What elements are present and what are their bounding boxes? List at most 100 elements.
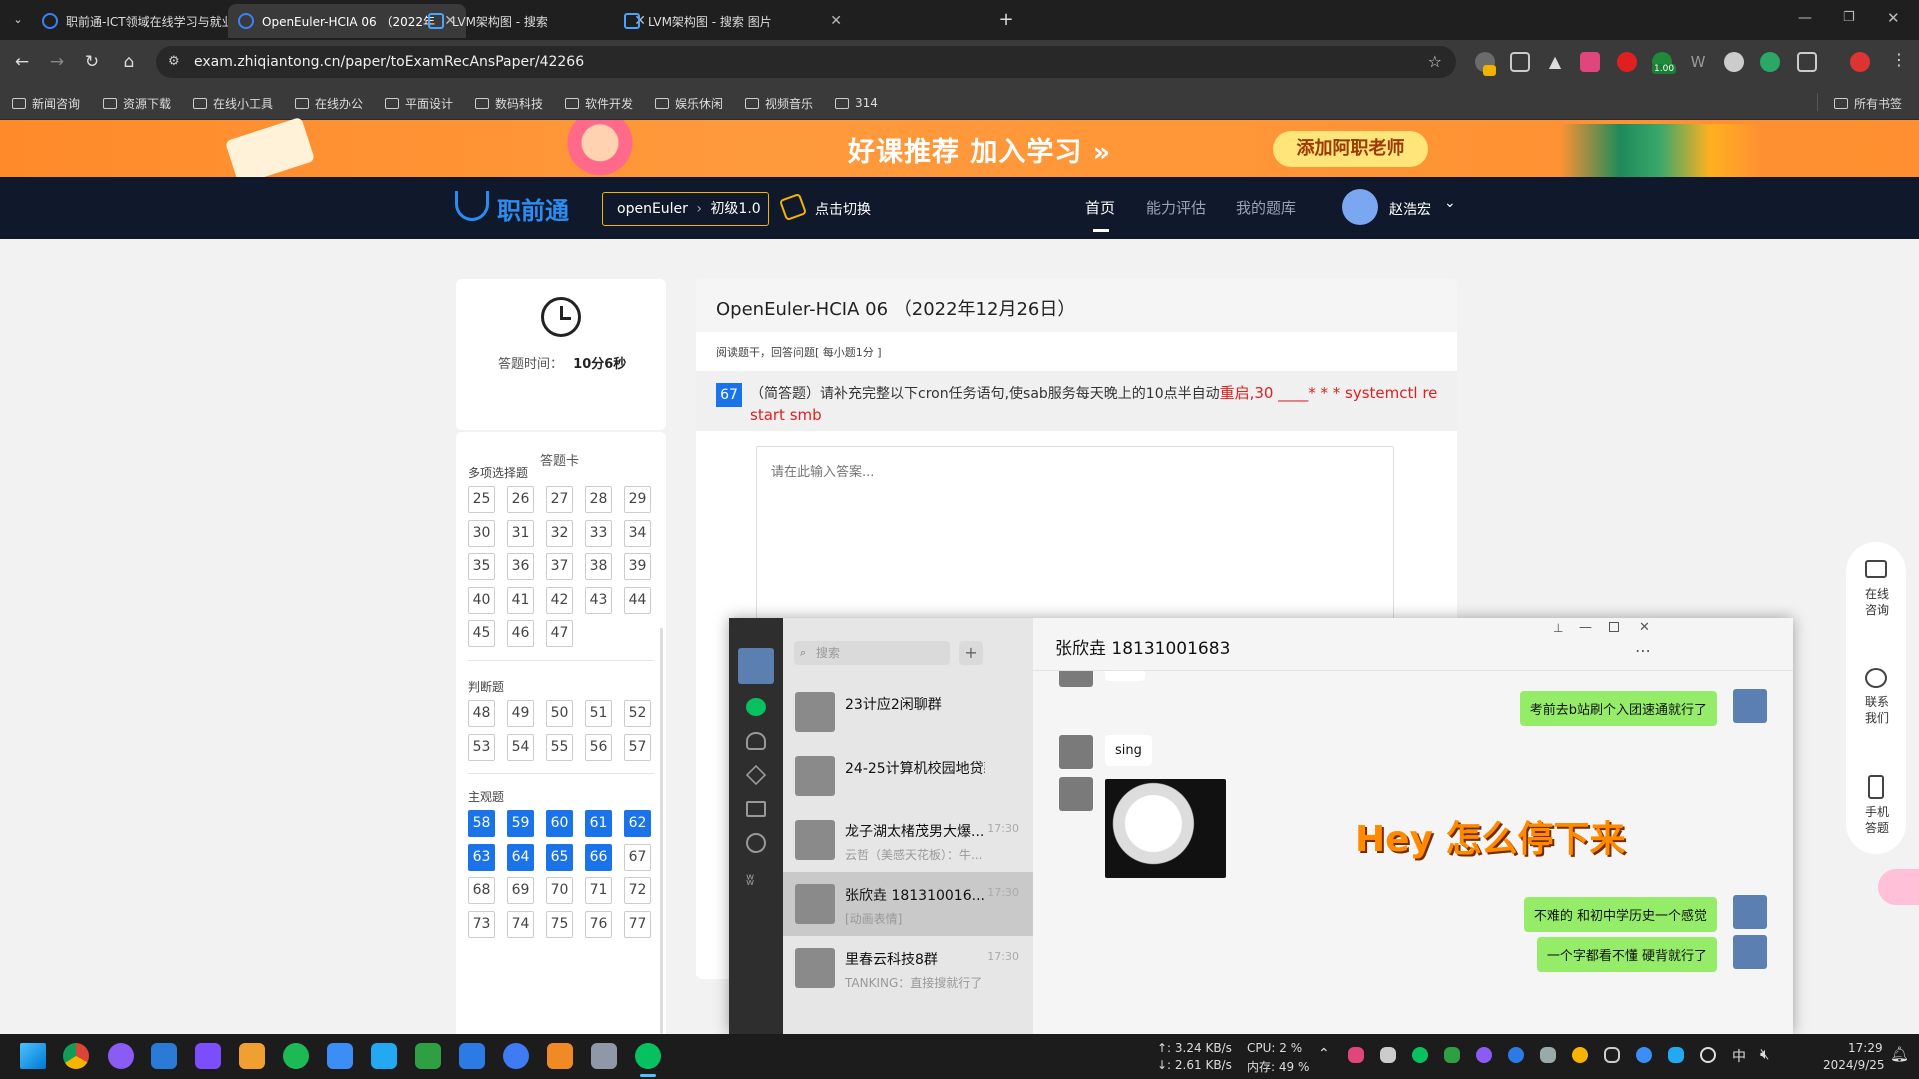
tab-list-menu-icon[interactable]: ⌄ (8, 10, 28, 30)
question-nav-button[interactable]: 77 (624, 910, 651, 938)
home-icon[interactable]: ⌂ (117, 50, 141, 74)
extension-leaf-icon[interactable] (1760, 52, 1780, 72)
extension-w-icon[interactable]: W (1688, 52, 1708, 72)
bookmark-folder[interactable]: 314 (835, 93, 878, 113)
question-nav-button[interactable]: 59 (507, 810, 534, 837)
bookmark-folder[interactable]: 视频音乐 (745, 93, 813, 113)
pink-float-button[interactable] (1878, 869, 1919, 905)
question-nav-button[interactable]: 46 (507, 620, 534, 647)
site-info-icon[interactable]: ⚙ (168, 46, 180, 78)
question-nav-button[interactable]: 65 (546, 843, 573, 871)
wechat-search-input[interactable]: ⌕ 搜索 (794, 641, 950, 665)
bookmark-folder[interactable]: 平面设计 (385, 93, 453, 113)
visual-studio-icon[interactable] (195, 1043, 221, 1069)
forward-icon[interactable]: → (45, 50, 69, 74)
question-nav-button[interactable]: 27 (546, 486, 573, 513)
close-icon[interactable]: ✕ (1639, 620, 1650, 635)
chat-list-item[interactable]: 里春云科技8群 17:30 TANKING：直接搜就行了 (783, 936, 1033, 1000)
question-nav-button[interactable]: 36 (507, 553, 534, 580)
nav-my-questions[interactable]: 我的题库 (1236, 197, 1296, 218)
extensions-puzzle-icon[interactable] (1797, 52, 1817, 72)
question-nav-button[interactable]: 57 (624, 733, 651, 761)
chevron-down-icon[interactable]: ⌄ (1444, 195, 1456, 211)
question-nav-button[interactable]: 32 (546, 519, 573, 547)
question-nav-button[interactable]: 25 (468, 486, 495, 513)
add-chat-button[interactable]: + (959, 641, 983, 665)
question-nav-button[interactable]: 38 (585, 553, 612, 580)
question-nav-button[interactable]: 41 (507, 586, 534, 614)
promo-banner[interactable]: 好课推荐 加入学习 » 添加阿职老师 (0, 116, 1919, 186)
tray-app-icon[interactable] (1572, 1047, 1588, 1063)
chat-app-icon[interactable] (327, 1043, 353, 1069)
tab-lvm-images[interactable]: LVM架构图 - 搜索 图片 ✕ (614, 4, 852, 38)
question-nav-button[interactable]: 75 (546, 910, 573, 938)
clock-date[interactable]: 2024/9/25 (1823, 1058, 1885, 1072)
answer-card-scrollbar[interactable] (660, 628, 663, 1034)
wechat-taskbar-icon[interactable] (635, 1043, 661, 1069)
question-nav-button[interactable]: 51 (585, 700, 612, 727)
reload-icon[interactable]: ↻ (80, 50, 104, 74)
files-folder-icon[interactable] (746, 801, 766, 817)
bookmark-folder[interactable]: 在线办公 (295, 93, 363, 113)
question-nav-button[interactable]: 31 (507, 519, 534, 547)
chat-tab-icon[interactable] (746, 698, 766, 716)
bookmark-folder[interactable]: 在线小工具 (193, 93, 273, 113)
switch-course-link[interactable]: 点击切换 (815, 199, 871, 219)
restore-icon[interactable]: ❐ (1843, 10, 1855, 25)
question-nav-button[interactable]: 63 (468, 843, 495, 871)
question-nav-button[interactable]: 53 (468, 733, 495, 761)
course-selector[interactable]: openEuler › 初级1.0 (602, 192, 769, 226)
volume-muted-icon[interactable]: 🔇︎ (1760, 1045, 1769, 1063)
notification-bell-icon[interactable]: 🔔︎ (1890, 1045, 1909, 1063)
question-nav-button[interactable]: 74 (507, 910, 534, 938)
add-teacher-button[interactable]: 添加阿职老师 (1273, 131, 1428, 167)
site-logo[interactable]: 职前通 (497, 191, 569, 226)
powershell-icon[interactable] (459, 1043, 485, 1069)
todo-icon[interactable] (503, 1043, 529, 1069)
tray-app-icon[interactable] (1380, 1047, 1396, 1063)
moments-aperture-icon[interactable] (746, 833, 766, 853)
question-nav-button[interactable]: 35 (468, 553, 495, 580)
chat-list-item[interactable]: 24-25计算机校园地贷款... (783, 744, 1033, 808)
address-bar[interactable]: ⚙ exam.zhiqiantong.cn/paper/toExamRecAns… (156, 46, 1456, 78)
question-nav-button[interactable]: 70 (546, 877, 573, 904)
app-orange-icon[interactable] (239, 1043, 265, 1069)
bookmark-folder[interactable]: 新闻咨询 (12, 93, 80, 113)
bluetooth-icon[interactable] (1508, 1047, 1524, 1063)
sync-icon[interactable] (1700, 1047, 1716, 1063)
question-nav-button[interactable]: 30 (468, 519, 495, 547)
minimize-icon[interactable]: — (1579, 620, 1592, 635)
tray-app-icon[interactable] (1348, 1047, 1364, 1063)
github-icon[interactable] (108, 1043, 134, 1069)
extension-mountain-icon[interactable]: ▲ (1545, 52, 1565, 72)
calculator-icon[interactable] (591, 1043, 617, 1069)
channels-butterfly-icon[interactable]: ʬ (746, 870, 754, 889)
question-nav-button[interactable]: 39 (624, 553, 651, 580)
question-nav-button[interactable]: 61 (585, 810, 612, 837)
question-nav-button[interactable]: 73 (468, 910, 495, 938)
logo-cap-icon[interactable] (455, 191, 489, 221)
question-nav-button[interactable]: 67 (624, 843, 651, 871)
bookmark-star-icon[interactable]: ☆ (1428, 46, 1442, 78)
question-nav-button[interactable]: 48 (468, 700, 495, 727)
tray-app-icon[interactable] (1540, 1047, 1556, 1063)
close-window-icon[interactable]: ✕ (1887, 9, 1900, 27)
question-nav-button[interactable]: 55 (546, 733, 573, 761)
nav-home[interactable]: 首页 (1085, 197, 1115, 218)
clock-time[interactable]: 17:29 (1848, 1041, 1883, 1055)
question-nav-button[interactable]: 33 (585, 519, 612, 547)
question-nav-button[interactable]: 49 (507, 700, 534, 727)
contact-us-link[interactable]: 联系我们 (1864, 694, 1890, 726)
question-nav-button[interactable]: 34 (624, 519, 651, 547)
question-nav-button[interactable]: 58 (468, 810, 495, 837)
tray-app-icon[interactable] (1476, 1047, 1492, 1063)
spotify-icon[interactable] (283, 1043, 309, 1069)
question-nav-button[interactable]: 37 (546, 553, 573, 580)
question-nav-button[interactable]: 40 (468, 586, 495, 614)
tray-app-icon[interactable] (1636, 1047, 1652, 1063)
tray-wechat-icon[interactable] (1412, 1047, 1428, 1063)
all-bookmarks[interactable]: 所有书签 (1834, 93, 1902, 113)
extension-glasses-icon[interactable] (1510, 52, 1530, 72)
question-nav-button[interactable]: 62 (624, 810, 651, 837)
phone-icon[interactable] (1868, 775, 1884, 799)
